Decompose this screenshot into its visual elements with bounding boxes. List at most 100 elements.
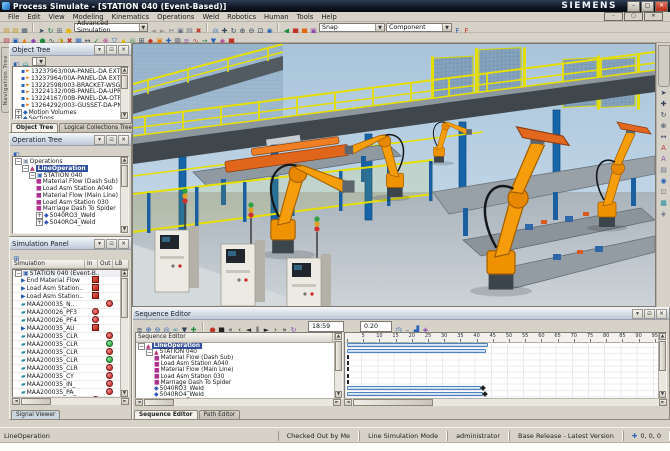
panel-menu-icon[interactable]: ▾ xyxy=(632,309,643,319)
siemens-logo: SIEMENS xyxy=(561,1,617,11)
gantt-bar[interactable] xyxy=(347,349,486,353)
simulation-panel-header[interactable]: Simulation Panel ▾ ⊡ ✕ xyxy=(10,238,131,250)
panel-menu-icon[interactable]: ▾ xyxy=(94,45,105,55)
gantt-chart[interactable]: 5101520253035404550556065707580859095 ▲ … xyxy=(344,332,667,399)
mdi-minimize-button[interactable]: – xyxy=(604,12,623,21)
viewer-select-icon[interactable]: ➤ xyxy=(659,89,668,98)
scroll-right-icon[interactable]: ► xyxy=(659,399,667,406)
tab-logical-collections-tree[interactable]: Logical Collections Tree xyxy=(59,123,137,132)
gantt-bar[interactable] xyxy=(347,392,483,396)
viewer-note-icon[interactable]: ▤ xyxy=(659,166,668,175)
scroll-right-icon[interactable]: ► xyxy=(121,398,129,405)
simulation-row[interactable]: ▰MAA200035_N.. xyxy=(13,301,128,309)
viewer-snapshot-icon[interactable]: ⊡ xyxy=(659,188,668,197)
panel-menu-icon[interactable]: ▾ xyxy=(94,135,105,145)
snap-combo[interactable]: Snap▼ xyxy=(319,23,385,32)
tab-object-tree[interactable]: Object Tree xyxy=(11,123,58,132)
gantt-bar[interactable] xyxy=(347,343,488,347)
viewer-markup-a-icon[interactable]: A xyxy=(659,144,668,153)
restore-button[interactable]: ▢ xyxy=(641,1,654,12)
viewer-zoom-icon[interactable]: ⊕ xyxy=(659,122,668,131)
collapse-icon[interactable]: − xyxy=(146,349,153,356)
scroll-right-icon[interactable]: ► xyxy=(333,399,341,406)
scroll-down-icon[interactable]: ▼ xyxy=(659,391,666,398)
sequence-tree-scrollbar[interactable]: ▲ ▼ xyxy=(334,333,342,398)
simulation-interval-field[interactable]: 0.20 xyxy=(360,321,392,332)
operation-tree-scrollbar[interactable]: ▲ ▼ xyxy=(120,157,128,233)
simulation-time-field[interactable]: 18:59 xyxy=(308,321,344,332)
scroll-down-icon[interactable]: ▼ xyxy=(121,390,128,397)
scroll-up-icon[interactable]: ▲ xyxy=(335,333,342,340)
chevron-down-icon[interactable]: ▼ xyxy=(442,24,451,31)
panel-pin-icon[interactable]: ⊡ xyxy=(106,135,117,145)
tree-row[interactable]: −▣STATION 040 (Event-B.. xyxy=(13,270,128,277)
scroll-left-icon[interactable]: ◄ xyxy=(135,399,143,406)
scroll-down-icon[interactable]: ▼ xyxy=(335,391,342,398)
simulation-row[interactable]: ▶End Material Flow xyxy=(13,277,128,285)
viewer-settings-icon[interactable]: ◈ xyxy=(659,210,668,219)
panel-close-icon[interactable]: ✕ xyxy=(118,135,129,145)
gantt-hscrollbar[interactable]: ◄ ► xyxy=(344,398,667,406)
component-combo[interactable]: Component▼ xyxy=(386,23,452,32)
panel-pin-icon[interactable]: ⊡ xyxy=(106,45,117,55)
scroll-up-icon[interactable]: ▲ xyxy=(659,333,666,340)
collapse-icon[interactable]: − xyxy=(15,158,22,165)
simulation-row[interactable]: ▶Load Asm Station.. xyxy=(13,285,128,293)
tab-path-editor[interactable]: Path Editor xyxy=(199,410,241,419)
sequence-tree-hscrollbar[interactable]: ◄ ► xyxy=(135,398,341,406)
viewer-markup-b-icon[interactable]: A xyxy=(659,155,668,164)
sequence-tree[interactable]: Sequence Editor ▾ −▲LineOperation−▲STATI… xyxy=(135,332,343,399)
operation-tree[interactable]: −▣Operations−▲LineOperation−▣STATION 040… xyxy=(12,156,129,234)
scroll-down-icon[interactable]: ▼ xyxy=(121,112,128,119)
gantt-scrollbar[interactable]: ▲ ▼ xyxy=(658,333,666,398)
simulation-hscrollbar[interactable]: ◄ ► xyxy=(12,397,129,405)
sequence-tree-column-header[interactable]: Sequence Editor xyxy=(136,333,333,342)
scroll-left-icon[interactable]: ◄ xyxy=(12,398,20,405)
scroll-up-icon[interactable]: ▲ xyxy=(121,270,128,277)
scroll-up-icon[interactable]: ▲ xyxy=(121,67,128,74)
viewer-measure-icon[interactable]: ↔ xyxy=(659,133,668,142)
simulation-row[interactable]: ▰MAA200035_PA_ xyxy=(13,389,128,397)
viewer-rotate-icon[interactable]: ↻ xyxy=(659,111,668,120)
menu-help[interactable]: Help xyxy=(317,13,341,21)
minimize-button[interactable]: – xyxy=(627,1,640,12)
collapse-icon[interactable]: − xyxy=(29,172,36,179)
gantt-bar[interactable] xyxy=(347,386,481,390)
operation-tree-header[interactable]: Operation Tree ▾ ⊡ ✕ xyxy=(10,134,131,146)
close-button[interactable]: ✕ xyxy=(655,1,668,12)
scroll-up-icon[interactable]: ▲ xyxy=(121,157,128,164)
viewer-layers-icon[interactable]: ▦ xyxy=(659,199,668,208)
tree-row[interactable]: +◆5040RO4_Weld xyxy=(13,219,128,226)
simulation-grid[interactable]: −▣STATION 040 (Event-B..▶End Material Fl… xyxy=(12,269,129,398)
viewer-side-tab[interactable] xyxy=(658,45,670,87)
simulation-row[interactable]: ▰MAA200026_PF4 xyxy=(13,317,128,325)
simulation-column-headers[interactable]: Simulation In Out LB xyxy=(12,260,129,269)
tab-sequence-editor[interactable]: Sequence Editor xyxy=(134,410,198,419)
viewer-camera-icon[interactable]: ◉ xyxy=(659,177,668,186)
object-tree-scrollbar[interactable]: ▲ ▼ xyxy=(120,67,128,119)
tab-signal-viewer[interactable]: Signal Viewer xyxy=(11,410,60,419)
panel-pin-icon[interactable]: ⊡ xyxy=(644,309,655,319)
object-tree[interactable]: ▪►13237963/00A-PANEL-DA EXTN▪►13237964/0… xyxy=(12,66,129,120)
collapse-icon[interactable]: − xyxy=(138,343,145,350)
flow-icon: ▶ xyxy=(21,325,26,332)
collapse-icon[interactable]: − xyxy=(22,165,29,172)
panel-close-icon[interactable]: ✕ xyxy=(118,239,129,249)
expand-icon[interactable]: + xyxy=(36,219,43,226)
mdi-close-button[interactable]: ✕ xyxy=(644,12,663,21)
status-bar: LineOperation Checked Out by MeLine Simu… xyxy=(0,427,670,443)
mdi-restore-button[interactable]: ▢ xyxy=(624,12,643,21)
simulation-row[interactable]: ▰MAA200026_PF3 xyxy=(13,309,128,317)
scroll-down-icon[interactable]: ▼ xyxy=(121,226,128,233)
panel-close-icon[interactable]: ✕ xyxy=(118,45,129,55)
panel-close-icon[interactable]: ✕ xyxy=(656,309,667,319)
chevron-down-icon[interactable]: ▼ xyxy=(375,24,384,31)
graphic-viewer-3d[interactable] xyxy=(132,43,656,307)
simulation-scrollbar[interactable]: ▲ ▼ xyxy=(120,270,128,397)
scroll-left-icon[interactable]: ◄ xyxy=(344,399,352,406)
panel-pin-icon[interactable]: ⊡ xyxy=(106,239,117,249)
object-tree-view-combo[interactable]: ▼ xyxy=(32,57,46,66)
viewer-pan-icon[interactable]: ✚ xyxy=(659,100,668,109)
panel-menu-icon[interactable]: ▾ xyxy=(94,239,105,249)
sig-icon: ▰ xyxy=(21,389,26,396)
